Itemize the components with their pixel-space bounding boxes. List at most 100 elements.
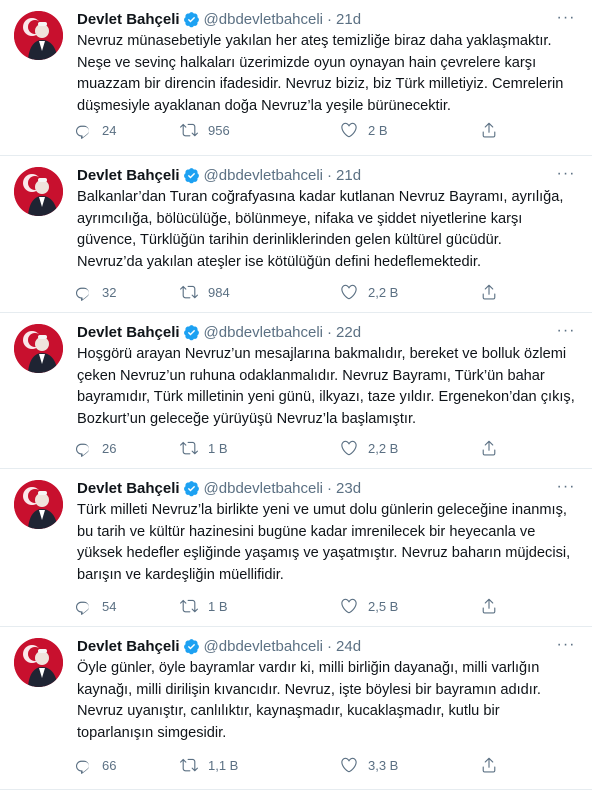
tweet-actions: 24 956 2 B xyxy=(72,119,512,141)
reply-button[interactable]: 26 xyxy=(74,439,116,457)
retweet-button[interactable]: 984 xyxy=(180,283,230,301)
reply-button[interactable]: 54 xyxy=(74,597,116,615)
tweet-text-line: Nevruz uyanıştır, canlılıktır, kaynaşmad… xyxy=(77,703,500,719)
tweet-timestamp[interactable]: 21d xyxy=(336,167,361,184)
avatar[interactable] xyxy=(14,638,63,687)
like-button[interactable]: 2 B xyxy=(340,121,388,139)
avatar[interactable] xyxy=(14,11,63,60)
like-count: 2,2 B xyxy=(368,440,399,456)
like-count: 2,2 B xyxy=(368,284,399,300)
avatar[interactable] xyxy=(14,167,63,216)
like-icon xyxy=(340,756,358,774)
like-count: 3,3 B xyxy=(368,757,399,773)
author-name[interactable]: Devlet Bahçeli xyxy=(77,638,180,655)
tweet-actions: 26 1 B 2,2 B xyxy=(72,437,512,459)
reply-button[interactable]: 24 xyxy=(74,121,116,139)
tweet-text-line: Bozkurt’un geleceğe yürüyüşü Nevruz’la b… xyxy=(77,410,417,427)
tweet-text-line: toparlanışın simgesidir. xyxy=(77,724,227,741)
author-name[interactable]: Devlet Bahçeli xyxy=(77,167,180,184)
retweet-button[interactable]: 1 B xyxy=(180,597,228,615)
more-options-icon[interactable]: ··· xyxy=(554,162,578,186)
tweet-header: Devlet Bahçeli @dbdevletbahceli · 23d xyxy=(77,478,361,498)
tweet-text-line: Nevruz münasebetiyle yakılan her ateş te… xyxy=(77,33,552,49)
tweet-header: Devlet Bahçeli @dbdevletbahceli · 22d xyxy=(77,322,361,342)
tweet[interactable]: Devlet Bahçeli @dbdevletbahceli · 21d ··· Nev… xyxy=(0,0,592,156)
separator-dot: · xyxy=(327,479,333,497)
tweet-timestamp[interactable]: 21d xyxy=(336,11,361,28)
verified-badge-icon xyxy=(183,480,200,497)
reply-count: 32 xyxy=(102,284,117,300)
retweet-icon xyxy=(180,121,198,139)
retweet-count: 956 xyxy=(208,122,230,138)
tweet-header: Devlet Bahçeli @dbdevletbahceli · 21d xyxy=(77,165,361,185)
tweet-text-line: Nevruz’da yakılan ateşler ise kötülüğün … xyxy=(77,253,481,270)
avatar[interactable] xyxy=(14,480,63,529)
author-handle[interactable]: @dbdevletbahceli xyxy=(204,480,323,497)
share-button[interactable] xyxy=(480,439,498,457)
tweet-header: Devlet Bahçeli @dbdevletbahceli · 24d xyxy=(77,636,361,656)
share-icon xyxy=(480,283,498,301)
retweet-icon xyxy=(180,756,198,774)
share-button[interactable] xyxy=(480,756,498,774)
tweet-header: Devlet Bahçeli @dbdevletbahceli · 21d xyxy=(77,9,361,29)
author-name[interactable]: Devlet Bahçeli xyxy=(77,324,180,341)
reply-button[interactable]: 32 xyxy=(74,283,116,301)
more-options-icon[interactable]: ··· xyxy=(554,475,578,499)
tweet-text-line: güvence, Türklüğün tarihin derinliklerin… xyxy=(77,232,502,248)
tweet-text-line: Öyle günler, öyle bayramlar vardır ki, m… xyxy=(77,660,540,676)
like-button[interactable]: 3,3 B xyxy=(340,756,398,774)
reply-count: 26 xyxy=(102,440,117,456)
tweet[interactable]: Devlet Bahçeli @dbdevletbahceli · 23d ··· Tür… xyxy=(0,469,592,627)
author-handle[interactable]: @dbdevletbahceli xyxy=(204,638,323,655)
tweet-timestamp[interactable]: 23d xyxy=(336,480,361,497)
avatar[interactable] xyxy=(14,324,63,373)
like-icon xyxy=(340,283,358,301)
reply-count: 24 xyxy=(102,122,117,138)
tweet-text-line: bu tarih ve kültür hazinesini bugüne kad… xyxy=(77,523,536,540)
more-options-icon[interactable]: ··· xyxy=(554,6,578,30)
tweet-text-line: Neşe ve sevinç halkaları üzerimizde oyun… xyxy=(77,54,537,71)
retweet-button[interactable]: 1 B xyxy=(180,439,228,457)
reply-icon xyxy=(74,283,92,301)
share-button[interactable] xyxy=(480,597,498,615)
separator-dot: · xyxy=(327,323,333,341)
reply-icon xyxy=(74,756,92,774)
retweet-button[interactable]: 1,1 B xyxy=(180,756,238,774)
tweet-text: Türk milleti Nevruz’la birlikte yeni ve … xyxy=(77,500,582,586)
share-button[interactable] xyxy=(480,283,498,301)
tweet-timestamp[interactable]: 22d xyxy=(336,324,361,341)
tweet[interactable]: Devlet Bahçeli @dbdevletbahceli · 24d ··· Öyl… xyxy=(0,627,592,790)
tweet-timestamp[interactable]: 24d xyxy=(336,638,361,655)
tweet[interactable]: Devlet Bahçeli @dbdevletbahceli · 22d ··· Hoş… xyxy=(0,313,592,469)
tweet-actions: 32 984 2,2 B xyxy=(72,281,512,303)
tweet-text: Balkanlar’dan Turan coğrafyasına kadar k… xyxy=(77,187,582,273)
author-name[interactable]: Devlet Bahçeli xyxy=(77,11,180,28)
tweet-actions: 66 1,1 B 3,3 B xyxy=(72,754,512,776)
retweet-button[interactable]: 956 xyxy=(180,121,230,139)
author-handle[interactable]: @dbdevletbahceli xyxy=(204,167,323,184)
verified-badge-icon xyxy=(183,638,200,655)
more-options-icon[interactable]: ··· xyxy=(554,633,578,657)
like-button[interactable]: 2,5 B xyxy=(340,597,398,615)
author-handle[interactable]: @dbdevletbahceli xyxy=(204,324,323,341)
more-options-icon[interactable]: ··· xyxy=(554,319,578,343)
like-button[interactable]: 2,2 B xyxy=(340,439,398,457)
like-button[interactable]: 2,2 B xyxy=(340,283,398,301)
like-count: 2,5 B xyxy=(368,598,399,614)
share-button[interactable] xyxy=(480,121,498,139)
like-icon xyxy=(340,121,358,139)
tweet[interactable]: Devlet Bahçeli @dbdevletbahceli · 21d ··· Bal… xyxy=(0,156,592,313)
retweet-count: 1,1 B xyxy=(208,757,239,773)
reply-icon xyxy=(74,597,92,615)
author-name[interactable]: Devlet Bahçeli xyxy=(77,480,180,497)
retweet-icon xyxy=(180,283,198,301)
reply-button[interactable]: 66 xyxy=(74,756,116,774)
tweet-text-line: yüksek hedefler eşliğinde yaşamış ve yaş… xyxy=(77,545,571,561)
verified-badge-icon xyxy=(183,167,200,184)
tweet-text-line: kaynağı, milli dirilişin kıvancıdır. Nev… xyxy=(77,681,541,698)
retweet-count: 1 B xyxy=(208,440,228,456)
retweet-icon xyxy=(180,439,198,457)
separator-dot: · xyxy=(327,10,333,28)
author-handle[interactable]: @dbdevletbahceli xyxy=(204,11,323,28)
retweet-count: 1 B xyxy=(208,598,228,614)
